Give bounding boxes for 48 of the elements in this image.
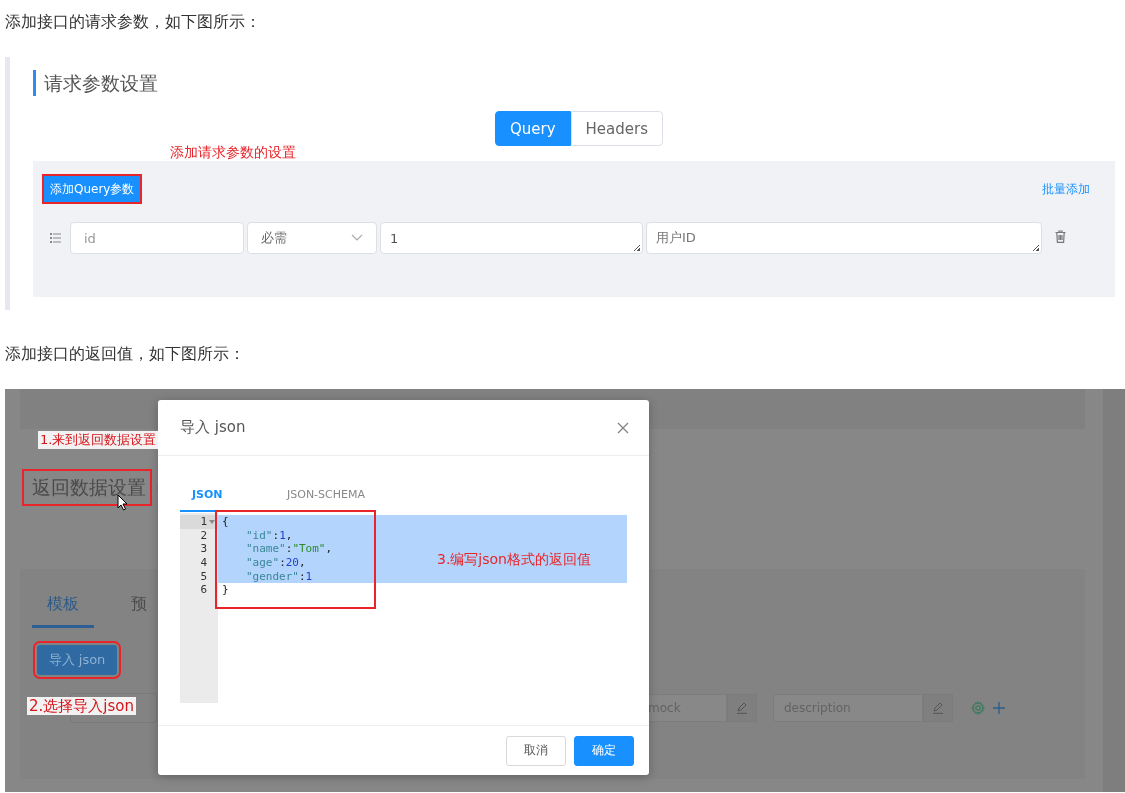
tab[interactable]: 预 <box>116 589 162 628</box>
annotation-text: 1.来到返回数据设置 <box>38 431 159 449</box>
confirm-button[interactable]: 确定 <box>574 735 634 766</box>
paragraph: 添加接口的返回值，如下图所示： <box>4 343 246 365</box>
section-heading: 请求参数设置 <box>33 70 158 96</box>
line-number: 3 <box>200 542 207 556</box>
tab[interactable]: Query <box>495 111 571 146</box>
dialog-title: 导入 json <box>180 418 246 437</box>
close-icon[interactable] <box>617 421 629 434</box>
scrollbar[interactable] <box>1103 389 1125 792</box>
line-number: 2 <box>200 528 207 542</box>
annotation-text: 3.编写json格式的返回值 <box>437 550 591 568</box>
annotation-text: 2.选择导入json <box>27 697 136 715</box>
code-line: } <box>222 583 229 597</box>
annotation-text: 添加请求参数的设置 <box>170 143 296 161</box>
tab[interactable]: Headers <box>570 111 664 146</box>
cursor-icon <box>117 494 128 511</box>
edit-button[interactable] <box>923 694 953 722</box>
drag-handle-icon[interactable] <box>50 233 61 243</box>
add-button[interactable]: 添加Query参数 <box>44 176 141 202</box>
caret-icon <box>351 234 363 242</box>
code-line: "gender":1 <box>245 569 313 583</box>
fold-icon[interactable] <box>209 519 215 524</box>
line-number: 1 <box>200 515 207 529</box>
line-number: 5 <box>200 569 207 583</box>
cancel-button[interactable]: 取消 <box>506 735 566 766</box>
line-number: 4 <box>200 556 207 570</box>
line-number: 6 <box>200 583 207 597</box>
tab[interactable]: 模板 <box>32 589 94 628</box>
pencil-icon <box>736 702 748 714</box>
code-editor[interactable]: 1 2 3 4 5 6 { "id":1, "name":"Tom", "age":20, "gender":1 } 3.编写json格式的返回值 <box>180 513 627 703</box>
settings-icon[interactable] <box>971 701 985 715</box>
tab[interactable]: JSON-SCHEMA <box>275 486 377 512</box>
delete-icon[interactable] <box>1055 230 1066 243</box>
paragraph: 添加接口的请求参数，如下图所示： <box>4 11 262 33</box>
section-heading: 返回数据设置 <box>22 469 152 506</box>
add-icon[interactable] <box>993 702 1005 714</box>
bulk-add-link[interactable]: 批量添加 <box>1042 180 1090 198</box>
comment-field[interactable]: 用户ID <box>646 222 1042 254</box>
code-line: "age":20, <box>245 556 306 570</box>
example-field[interactable]: 1 <box>380 222 643 254</box>
pencil-icon <box>932 702 944 714</box>
name-field[interactable]: id <box>70 222 244 254</box>
code-line: { <box>222 515 229 529</box>
code-line: "name":"Tom", <box>245 542 333 556</box>
code-line: "id":1, <box>245 528 293 542</box>
edit-button[interactable] <box>727 694 757 722</box>
required-select[interactable]: 必需 <box>247 222 377 254</box>
